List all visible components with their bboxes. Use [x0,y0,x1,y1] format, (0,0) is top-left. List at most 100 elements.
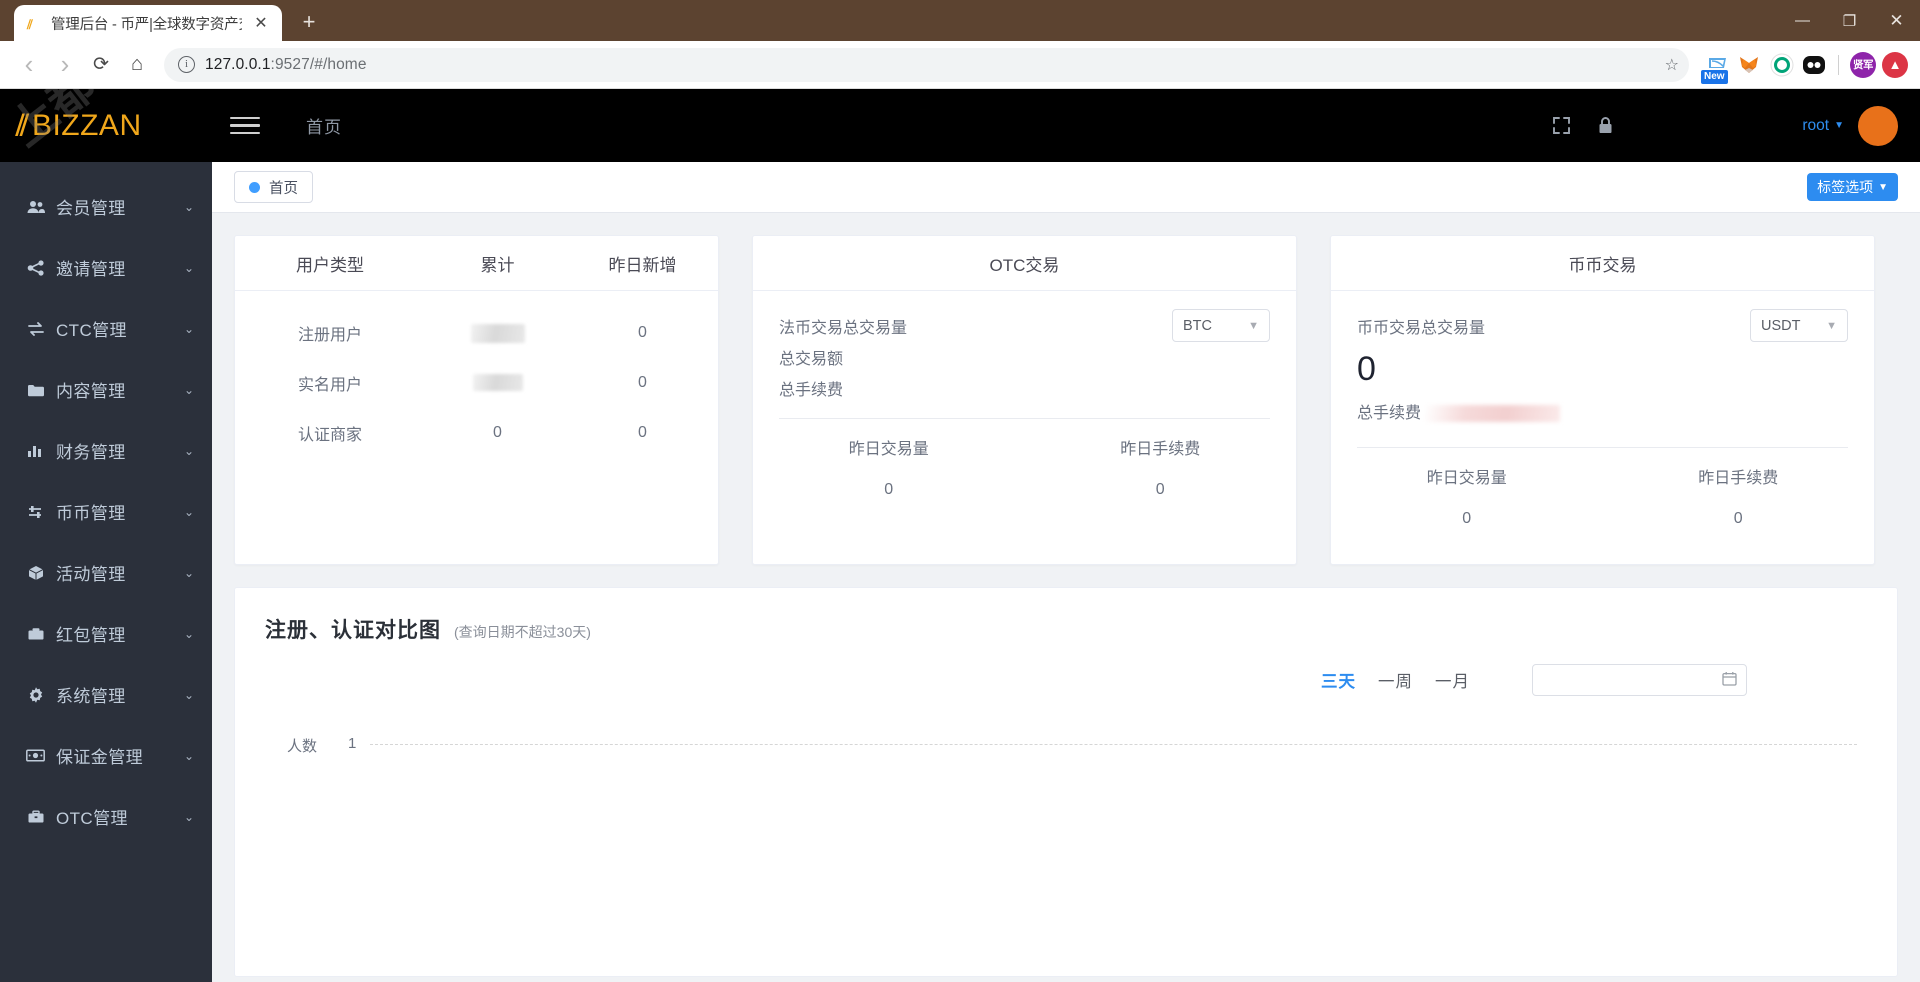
sidebar-item-coin-management[interactable]: 币币管理 ⌄ [0,481,212,542]
close-icon[interactable]: ✕ [250,12,272,34]
coin-yesterday-stats: 昨日交易量 0 昨日手续费 0 [1331,448,1874,528]
value: 0 [1155,481,1165,498]
home-icon[interactable]: ⌂ [120,48,154,82]
chevron-down-icon: ▼ [1826,319,1837,332]
table-row: 实名用户 0 [235,358,718,408]
browser-tab[interactable]: ⫽ 管理后台 - 币严|全球数字资产交 ✕ [14,5,282,41]
tag-options-button[interactable]: 标签选项 ▼ [1807,173,1898,201]
profile-avatar[interactable]: 贤军 [1850,51,1876,78]
cell-yesterday: 0 [638,324,647,341]
sidebar-item-invite-management[interactable]: 邀请管理 ⌄ [0,237,212,298]
cell-type: 注册用户 [297,327,362,344]
redacted-value [1425,405,1561,423]
tab-home[interactable]: 首页 [234,171,313,203]
sidebar-item-label: 活动管理 [56,565,126,584]
chevron-down-icon: ⌄ [183,260,194,275]
app-root: 上都有源码网 gouyouwp.com ⫽ BIZZAN 会员管理 ⌄ 邀请管理… [0,89,1920,982]
chart-controls: 三天 一周 一月 [265,664,1867,696]
sidebar-item-finance-management[interactable]: 财务管理 ⌄ [0,420,212,481]
coin-currency-select[interactable]: USDT ▼ [1750,309,1848,342]
otc-total-fee-label: 总手续费 [779,382,844,399]
site-info-icon[interactable]: i [178,56,195,73]
screenshot-extension-icon[interactable]: New [1701,52,1731,84]
coin-yesterday-volume: 昨日交易量 0 [1331,464,1603,528]
exchange-icon [26,321,45,336]
sidebar-item-label: 会员管理 [56,199,126,218]
share-icon [26,259,45,276]
hamburger-menu-icon[interactable] [230,116,260,135]
sidebar-item-content-management[interactable]: 内容管理 ⌄ [0,359,212,420]
user-table-header: 用户类型 累计 昨日新增 [235,236,718,291]
column-header-yesterday: 昨日新增 [608,255,677,275]
suitcase-icon [26,810,45,824]
fullscreen-icon[interactable] [1544,109,1578,143]
otc-card-title: OTC交易 [753,236,1296,291]
new-tab-button[interactable]: + [292,5,326,39]
okx-wallet-extension-icon[interactable] [1769,52,1795,78]
browser-toolbar: ‹ › ⟳ ⌂ i 127.0.0.1:9527/#/home ☆ New 贤军… [0,41,1920,89]
chevron-down-icon: ▼ [1248,319,1259,332]
range-three-days[interactable]: 三天 [1321,668,1356,692]
range-one-month[interactable]: 一月 [1435,668,1470,692]
coin-card-title: 币币交易 [1331,236,1874,291]
forward-icon[interactable]: › [48,48,82,82]
sidebar-item-label: CTC管理 [56,321,127,340]
chevron-down-icon: ⌄ [183,443,194,458]
cell-total [425,323,570,343]
folder-icon [26,383,45,397]
otc-yesterday-fee: 昨日手续费 0 [1025,435,1297,499]
address-bar[interactable]: i 127.0.0.1:9527/#/home ☆ [164,47,1689,82]
extensions-strip: New 贤军 ▲ [1699,51,1908,84]
cell-yesterday: 0 [638,374,647,391]
sidebar-item-system-management[interactable]: 系统管理 ⌄ [0,664,212,725]
sidebar-item-activity-management[interactable]: 活动管理 ⌄ [0,542,212,603]
table-row: 注册用户 0 [235,308,718,358]
sidebar-item-margin-management[interactable]: 保证金管理 ⌄ [0,725,212,786]
calendar-icon[interactable] [1722,671,1737,689]
site-favicon-icon: ⫽ [27,16,33,32]
sidebar-item-label: OTC管理 [56,809,128,828]
app-logo[interactable]: ⫽ BIZZAN [0,89,212,162]
user-menu[interactable]: root ▼ [1802,117,1844,135]
sidebar-item-otc-management[interactable]: OTC管理 ⌄ [0,786,212,847]
upload-extension-icon[interactable]: ▲ [1882,51,1908,78]
sliders-icon [26,505,45,519]
chevron-down-icon: ⌄ [183,626,194,641]
sidebar-menu: 会员管理 ⌄ 邀请管理 ⌄ CTC管理 ⌄ 内容管理 ⌄ 财务管理 ⌄ 币币管理… [0,162,212,847]
avatar[interactable] [1858,105,1898,146]
bookmark-star-icon[interactable]: ☆ [1665,55,1679,75]
coin-currency-value: USDT [1761,317,1801,334]
date-range-input[interactable] [1542,672,1712,688]
maximize-button[interactable]: ❐ [1826,0,1873,41]
range-one-week[interactable]: 一周 [1378,668,1413,692]
stat-cards-row: 用户类型 累计 昨日新增 注册用户 0 实名用户 0 认证商家 0 0 OTC交… [234,235,1898,565]
cell-total: 0 [493,424,502,441]
otc-total-amount-label: 总交易额 [779,351,844,368]
sidebar-item-label: 币币管理 [56,504,126,523]
sidebar-item-ctc-management[interactable]: CTC管理 ⌄ [0,298,212,359]
sidebar-item-redpacket-management[interactable]: 红包管理 ⌄ [0,603,212,664]
reload-icon[interactable]: ⟳ [84,48,118,82]
bar-chart-icon [26,444,45,458]
date-range-picker[interactable] [1532,664,1747,696]
otc-currency-select[interactable]: BTC ▼ [1172,309,1270,342]
chart-plot-area: 人数 1 [265,726,1867,946]
lock-icon[interactable] [1588,109,1622,143]
otc-yesterday-volume: 昨日交易量 0 [753,435,1025,499]
minimize-button[interactable]: — [1779,0,1826,41]
chevron-down-icon: ⌄ [183,687,194,702]
logo-mark-icon: ⫽ [16,108,29,142]
toolbar-divider [1838,54,1839,75]
window-close-button[interactable]: ✕ [1873,0,1920,41]
label: 昨日手续费 [1698,470,1779,487]
back-icon[interactable]: ‹ [12,48,46,82]
sidebar-item-member-management[interactable]: 会员管理 ⌄ [0,176,212,237]
column-header-type: 用户类型 [296,255,364,275]
coin-total-fee-label: 总手续费 [1357,405,1422,422]
tab-label: 首页 [269,180,298,197]
breadcrumb-home[interactable]: 首页 [306,113,342,138]
tronlink-extension-icon[interactable] [1801,52,1827,78]
redacted-value [470,323,525,343]
chart-subtitle: (查询日期不超过30天) [454,624,591,640]
metamask-extension-icon[interactable] [1737,52,1763,78]
